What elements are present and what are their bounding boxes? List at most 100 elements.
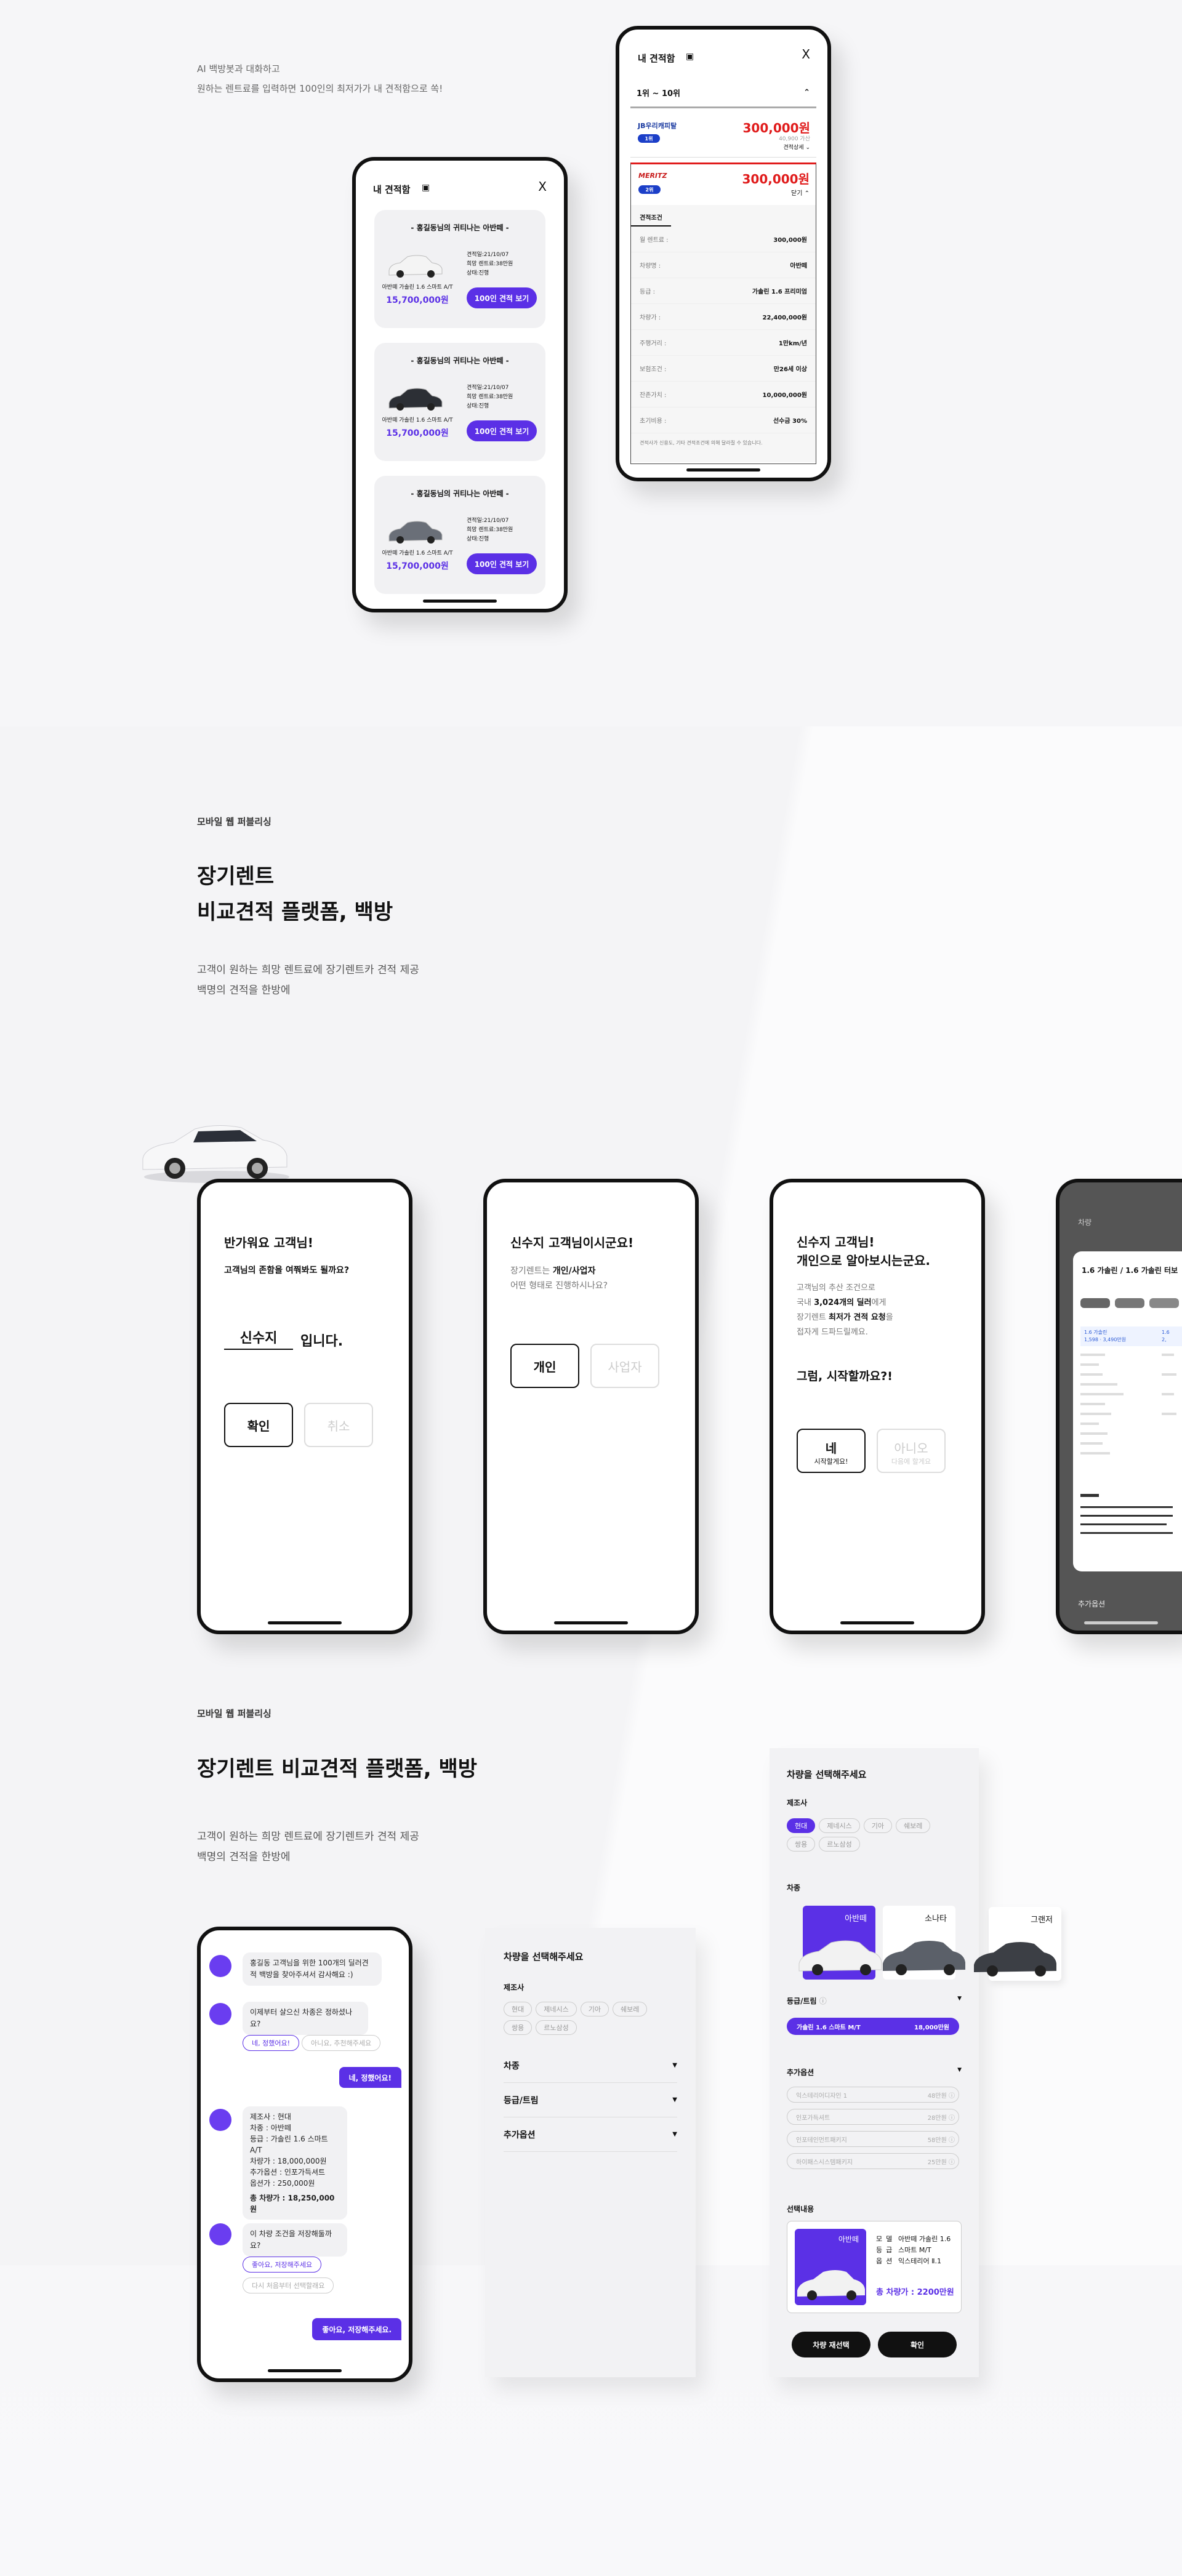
bot-avatar	[209, 1955, 231, 1977]
grade-selected-price: 18,000만원	[914, 2024, 949, 2031]
name-input-phone: 반가워요 고객님! 고객님의 존함을 여쭤봐도 될까요? 신수지 입니다. 확인…	[197, 1179, 412, 1634]
spec-value: 아반떼 가솔린 1.6	[898, 2235, 951, 2243]
condition-title: 견적조건	[631, 205, 671, 227]
bot-avatar	[209, 2003, 231, 2025]
condition-row: 보험조건 : 만26세 이상	[631, 356, 816, 382]
ranking-phone: 내 견적함 ▣ X 1위 ~ 10위 ⌃ JB우리캐피탈 1위 300,000원…	[616, 26, 831, 481]
company-logo-jb: JB우리캐피탈	[638, 122, 677, 130]
spec-placeholder-lines	[1080, 1354, 1176, 1455]
condition-key: 월 렌트료 :	[640, 237, 669, 244]
maker-chip[interactable]: 기아	[863, 1818, 892, 1833]
caret-down-icon: ▼	[672, 2062, 677, 2069]
type-label: 차종	[787, 1884, 801, 1892]
caret-down-icon: ▼	[957, 1996, 962, 2002]
option-restart[interactable]: 다시 처음부터 선택할래요	[243, 2277, 334, 2293]
section-label: 모바일 웹 퍼블리싱	[197, 816, 271, 827]
reselect-button[interactable]: 차량 재선택	[792, 2332, 870, 2357]
maker-chip[interactable]: 제네시스	[536, 2002, 577, 2016]
view-quotes-button[interactable]: 100인 견적 보기	[467, 287, 537, 308]
spec-r2: 2,	[1162, 1337, 1167, 1342]
user-type-phone: 신수지 고객님이시군요! 장기렌트는 개인/사업자 어떤 형태로 진행하시나요?…	[483, 1179, 699, 1634]
quote-card-price: 15,700,000원	[386, 428, 449, 438]
condition-key: 잔존가치 :	[640, 392, 667, 399]
yes-sub: 시작할게요!	[814, 1458, 848, 1466]
option-recommend[interactable]: 아니요, 추천해주세요	[302, 2035, 381, 2051]
condition-key: 차량가 :	[640, 315, 661, 321]
confirm-button[interactable]: 확인	[878, 2332, 957, 2357]
start-desc: 고객님의 추산 조건으로 국내 3,024개의 딜러에게 장기렌트 최저가 견적…	[797, 1281, 893, 1340]
quote-car-thumb	[387, 516, 444, 547]
condition-row: 초기비용 : 선수금 30%	[631, 407, 816, 433]
home-indicator	[840, 1621, 914, 1624]
name-suffix: 입니다.	[300, 1334, 344, 1349]
option-chip[interactable]: 인포테인먼트패키지 58만원 ⓘ	[787, 2131, 959, 2147]
yes-button[interactable]: 네 시작할게요!	[797, 1429, 866, 1473]
meta-date: 견적일:21/10/07	[467, 252, 509, 258]
maker-chip[interactable]: 르노삼성	[536, 2020, 577, 2035]
condition-value: 10,000,000원	[762, 392, 807, 399]
option-decided[interactable]: 네, 정했어요!	[243, 2035, 300, 2051]
option-chip[interactable]: 인포가득셔트 28만원 ⓘ	[787, 2109, 959, 2125]
condition-row: 차량가 : 22,400,000원	[631, 304, 816, 330]
trim-spec-header: 1.6 가솔린 1,598 · 3,490만원 1.6 2,	[1080, 1326, 1182, 1346]
option-save[interactable]: 좋아요, 저장해주세요	[243, 2257, 322, 2273]
maker-chip[interactable]: 쉐보레	[895, 1818, 931, 1833]
hero-text: AI 백방봇과 대화하고 원하는 렌트료를 입력하면 100인의 최저가가 내 …	[197, 59, 443, 98]
start-desc-3b: 최저가 견적 요청	[828, 1313, 886, 1322]
trim-spec-right: 1.6 2,	[1162, 1329, 1170, 1344]
no-label: 아니오	[894, 1441, 928, 1456]
maker-chip[interactable]: 르노삼성	[819, 1837, 860, 1852]
condition-key: 보험조건 :	[640, 366, 667, 373]
option-chip[interactable]: 하이패스시스템패키지 25만원 ⓘ	[787, 2153, 959, 2169]
no-button[interactable]: 아니오 다음에 할게요	[877, 1429, 946, 1473]
quote-item-1[interactable]: JB우리캐피탈 1위 300,000원 40,900 가산 견적상세 ⌄	[630, 114, 816, 158]
maker-chip[interactable]: 쉐보레	[612, 2002, 648, 2016]
maker-chip[interactable]: 제네시스	[819, 1818, 860, 1833]
maker-chip[interactable]: 현대	[787, 1818, 816, 1833]
quote-item-2: MERITZ 2위 300,000원 닫기 ⌃ 견적조건 월 렌트료 : 300,…	[630, 163, 816, 464]
select-title: 차량을 선택해주세요	[787, 1769, 867, 1780]
maker-chip[interactable]: 쌍용	[787, 1837, 816, 1852]
view-quotes-button[interactable]: 100인 견적 보기	[467, 553, 537, 574]
spec-value: 익스테리어 Ⅱ.1	[898, 2257, 942, 2265]
maker-chip-list: 현대 제네시스 기아 쉐보레쌍용 르노삼성	[787, 1818, 959, 1855]
help-icon: ⓘ	[949, 2137, 955, 2144]
close-icon[interactable]: X	[538, 179, 547, 194]
meta-status: 상태:진행	[467, 270, 489, 276]
quote-close-link[interactable]: 닫기 ⌃	[791, 188, 810, 197]
close-icon[interactable]: X	[802, 47, 810, 62]
grade-header[interactable]: 등급/트림 ⓘ ▼	[787, 1996, 962, 2006]
name-input[interactable]: 신수지	[224, 1325, 293, 1350]
type-select[interactable]: 차종 ▼	[504, 2048, 677, 2083]
grade-selected-chip[interactable]: 가솔린 1.6 스마트 M/T 18,000만원	[787, 2018, 959, 2035]
result-card: 아반떼 모델 아반떼 가솔린 1.6 등급 스마트 M/T 옵션 익스테리어 Ⅱ.1 …	[787, 2221, 962, 2313]
meta-status: 상태:진행	[467, 536, 489, 542]
option-select[interactable]: 추가옵션 ▼	[504, 2117, 677, 2152]
individual-button[interactable]: 개인	[510, 1344, 579, 1388]
trim-compare-popup: 1.6 가솔린 / 1.6 가솔린 터보 1.6 가솔린 1,598 · 3,49…	[1073, 1251, 1182, 1571]
car-name: 아반떼	[845, 1914, 867, 1924]
maker-chip[interactable]: 기아	[580, 2002, 609, 2016]
option-header[interactable]: 추가옵션 ▼	[787, 2067, 962, 2077]
condition-value: 아반떼	[790, 263, 807, 270]
grade-select[interactable]: 등급/트림 ▼	[504, 2083, 677, 2117]
meta-date: 견적일:21/10/07	[467, 518, 509, 524]
maker-chip-list: 현대 제네시스 기아 쉐보레쌍용 르노삼성	[504, 2002, 676, 2039]
maker-chip[interactable]: 쌍용	[504, 2020, 533, 2035]
range-dropdown[interactable]: 1위 ~ 10위 ⌃	[630, 79, 816, 108]
condition-value: 만26세 이상	[773, 366, 807, 373]
start-question: 그럼, 시작할까요?!	[797, 1370, 893, 1383]
option-chip[interactable]: 익스테리어디자인 1 48만원 ⓘ	[787, 2087, 959, 2103]
confirm-button[interactable]: 확인	[224, 1403, 293, 1447]
condition-row: 등급 : 가솔린 1.6 프리미엄	[631, 278, 816, 304]
business-button[interactable]: 사업자	[590, 1344, 659, 1388]
grade-select-label: 등급/트림	[504, 2095, 539, 2106]
section2-desc-line-2: 백명의 견적을 한방에	[197, 1851, 291, 1863]
cancel-button[interactable]: 취소	[304, 1403, 373, 1447]
quote-detail-link-1[interactable]: 견적상세 ⌄	[783, 143, 810, 151]
view-quotes-button[interactable]: 100인 견적 보기	[467, 420, 537, 441]
quote-card-head: - 홍길동님의 귀티나는 아반떼 -	[411, 223, 509, 232]
home-indicator	[268, 2369, 342, 2372]
maker-chip[interactable]: 현대	[504, 2002, 533, 2016]
meta-status: 상태:진행	[467, 403, 489, 409]
